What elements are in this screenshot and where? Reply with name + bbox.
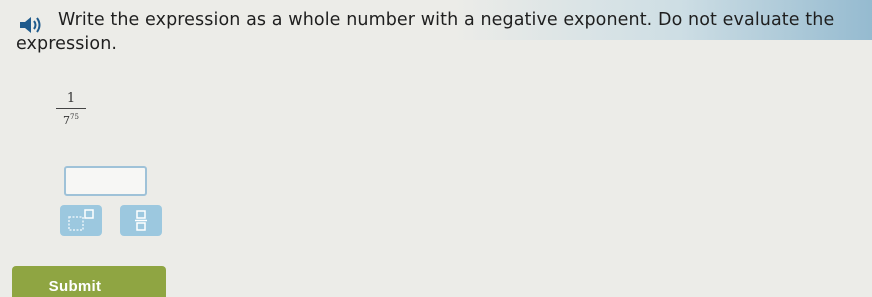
fraction-bar [56, 108, 86, 109]
expression-base: 7 [63, 114, 71, 127]
expression-numerator: 1 [66, 91, 76, 106]
answer-input[interactable] [64, 166, 147, 196]
question-text: Write the expression as a whole number w… [16, 10, 835, 54]
submit-button[interactable]: Submit [12, 266, 166, 297]
fraction-template-icon [135, 210, 147, 231]
expression-denominator: 775 [56, 111, 86, 127]
fraction-button[interactable] [120, 205, 162, 236]
exponent-button[interactable] [60, 205, 102, 236]
given-expression: 1 775 [56, 92, 86, 127]
exponent-template-icon [68, 209, 94, 231]
expression-exponent: 75 [70, 113, 79, 121]
